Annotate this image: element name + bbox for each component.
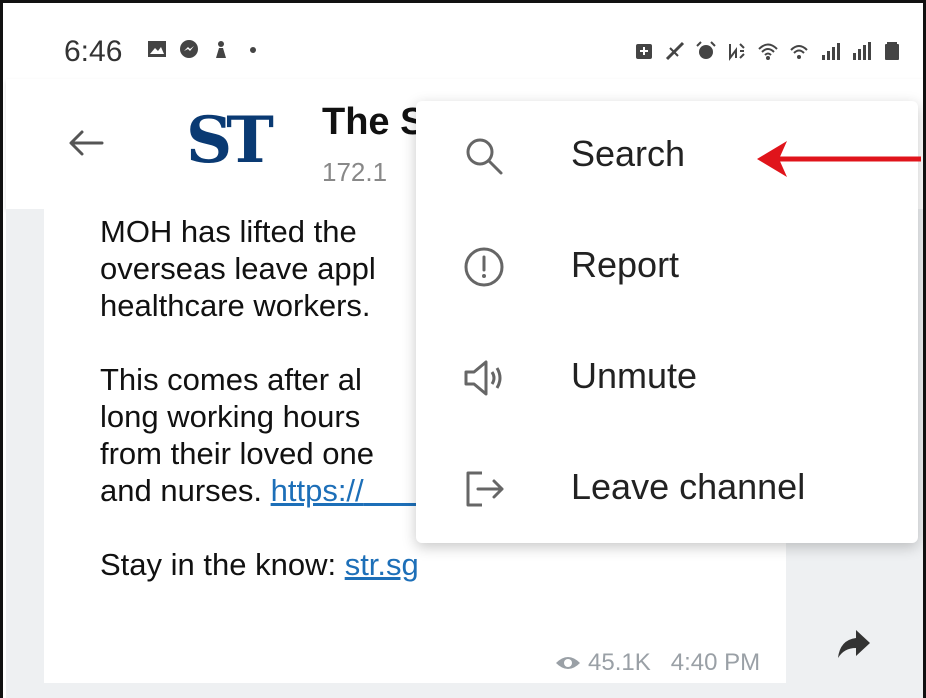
menu-item-label: Leave channel xyxy=(571,466,806,507)
article-link[interactable]: https:// xyxy=(271,473,364,508)
call-icon xyxy=(790,45,808,59)
channel-subscribers: 172.1 xyxy=(322,157,388,187)
status-right-icons xyxy=(633,40,903,62)
views-eye-icon xyxy=(556,657,580,669)
status-time: 6:46 xyxy=(64,35,123,68)
message-line: Stay in the know: str.sg xyxy=(100,546,579,583)
gallery-icon xyxy=(148,41,166,57)
status-bar: 6:46 xyxy=(6,6,923,86)
message-time: 4:40 PM xyxy=(670,649,761,676)
message-meta: 45.1K 4:40 PM xyxy=(554,649,760,677)
leave-icon xyxy=(466,471,504,507)
channel-title[interactable]: The S xyxy=(322,101,425,144)
alarm-icon xyxy=(696,41,716,59)
screen-frame: 6:46 ST The S 172.1 MOH has lifted the o… xyxy=(0,0,926,698)
annotation-arrow-icon xyxy=(757,141,921,177)
menu-item-unmute[interactable]: Unmute xyxy=(416,323,918,433)
signal-roaming-icon xyxy=(853,42,871,60)
battery-saver-icon xyxy=(636,44,652,59)
menu-item-label: Unmute xyxy=(571,355,698,396)
messenger-icon xyxy=(180,40,198,58)
menu-item-label: Report xyxy=(571,244,680,285)
wifi-icon xyxy=(758,43,778,60)
dot-icon xyxy=(250,47,256,53)
game-icon xyxy=(216,41,226,58)
status-left-icons xyxy=(146,38,264,60)
signal-icon xyxy=(822,43,840,60)
views-count: 45.1K xyxy=(588,649,651,676)
stay-text: Stay in the know: xyxy=(100,547,345,582)
menu-item-report[interactable]: Report xyxy=(416,212,918,322)
menu-item-label: Search xyxy=(571,133,686,174)
str-sg-link[interactable]: str.sg xyxy=(345,547,419,582)
message-line-text: and nurses. xyxy=(100,473,271,508)
speaker-icon xyxy=(464,360,502,396)
back-arrow-icon[interactable] xyxy=(64,121,108,165)
channel-logo[interactable]: ST xyxy=(186,109,274,173)
forward-share-icon[interactable] xyxy=(834,624,874,664)
search-icon xyxy=(466,138,503,175)
no-disturb-icon xyxy=(665,41,685,61)
battery-icon xyxy=(885,42,899,60)
nfc-icon xyxy=(729,43,745,61)
menu-item-leave-channel[interactable]: Leave channel xyxy=(416,434,918,544)
report-icon xyxy=(464,247,504,287)
